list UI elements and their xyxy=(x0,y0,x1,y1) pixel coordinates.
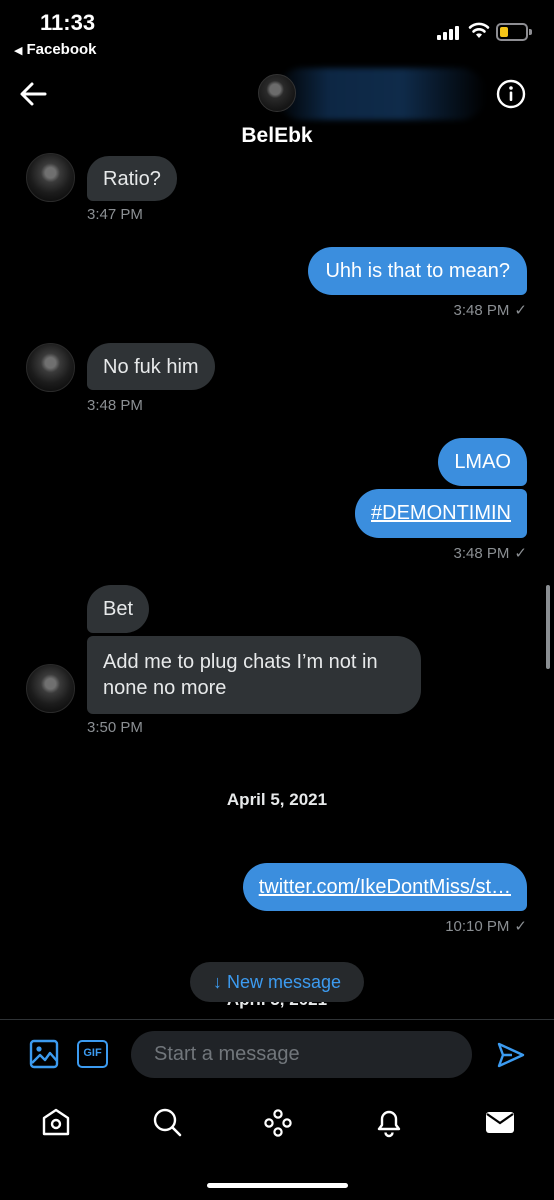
read-check-icon: ✓ xyxy=(514,302,527,319)
search-icon[interactable] xyxy=(151,1106,183,1138)
cellular-signal-icon xyxy=(437,24,461,40)
message-timestamp: 3:50 PM xyxy=(87,719,143,736)
message-bubble-outgoing-hashtag[interactable]: #DEMONTIMIN xyxy=(355,489,527,538)
message-timestamp: 3:48 PM xyxy=(87,397,143,414)
sender-avatar[interactable] xyxy=(26,343,75,392)
message-timestamp: 10:10 PM ✓ xyxy=(445,918,527,935)
sender-avatar[interactable] xyxy=(26,153,75,202)
scrollbar[interactable] xyxy=(546,585,550,669)
new-message-label: New message xyxy=(226,972,342,992)
notifications-icon[interactable] xyxy=(373,1106,405,1138)
date-separator: April 5, 2021 xyxy=(226,790,328,809)
message-input[interactable] xyxy=(131,1031,472,1078)
message-bubble-outgoing[interactable]: LMAO xyxy=(438,438,527,486)
gif-icon[interactable]: GIF xyxy=(77,1040,108,1068)
home-indicator[interactable] xyxy=(207,1183,348,1188)
composer-divider xyxy=(0,1019,554,1020)
image-icon[interactable] xyxy=(29,1039,59,1069)
new-message-button[interactable]: ↓ New message xyxy=(190,962,364,1002)
message-line: none no more xyxy=(103,677,227,699)
back-to-app-link[interactable]: ◀ Facebook xyxy=(14,41,97,58)
conversation-name[interactable]: BelEbk xyxy=(0,124,554,148)
message-bubble-incoming[interactable]: Ratio? xyxy=(87,156,177,201)
arrow-left-icon[interactable] xyxy=(18,80,48,108)
message-bubble-incoming[interactable]: Add me to plug chats I’m not in none no … xyxy=(87,636,421,714)
spaces-icon[interactable] xyxy=(262,1106,294,1138)
message-line: Add me to plug chats I’m not in xyxy=(103,651,378,673)
message-bubble-incoming[interactable]: Bet xyxy=(87,585,150,633)
read-check-icon: ✓ xyxy=(514,545,527,562)
messages-icon[interactable] xyxy=(484,1106,516,1138)
message-bubble-outgoing[interactable]: Uhh is that to mean? xyxy=(308,247,527,295)
send-icon[interactable] xyxy=(496,1040,526,1070)
info-icon[interactable] xyxy=(496,79,526,109)
read-check-icon: ✓ xyxy=(514,918,527,935)
message-bubble-incoming[interactable]: No fuk him xyxy=(87,343,215,390)
arrow-down-icon: ↓ xyxy=(212,972,222,992)
wifi-icon xyxy=(468,22,490,38)
sender-avatar[interactable] xyxy=(26,664,75,713)
conversation-avatar[interactable] xyxy=(258,74,296,112)
message-timestamp: 3:48 PM ✓ xyxy=(453,545,527,562)
status-time: 11:33 xyxy=(40,10,96,35)
message-timestamp: 3:48 PM ✓ xyxy=(453,302,527,319)
battery-icon xyxy=(496,23,532,41)
message-timestamp: 3:47 PM xyxy=(87,206,143,223)
back-triangle-icon: ◀ xyxy=(14,45,23,57)
home-icon[interactable] xyxy=(40,1106,72,1138)
back-app-label: Facebook xyxy=(26,41,97,58)
redacted-area xyxy=(276,68,486,120)
message-bubble-outgoing-link[interactable]: twitter.com/IkeDontMiss/st… xyxy=(242,863,527,911)
